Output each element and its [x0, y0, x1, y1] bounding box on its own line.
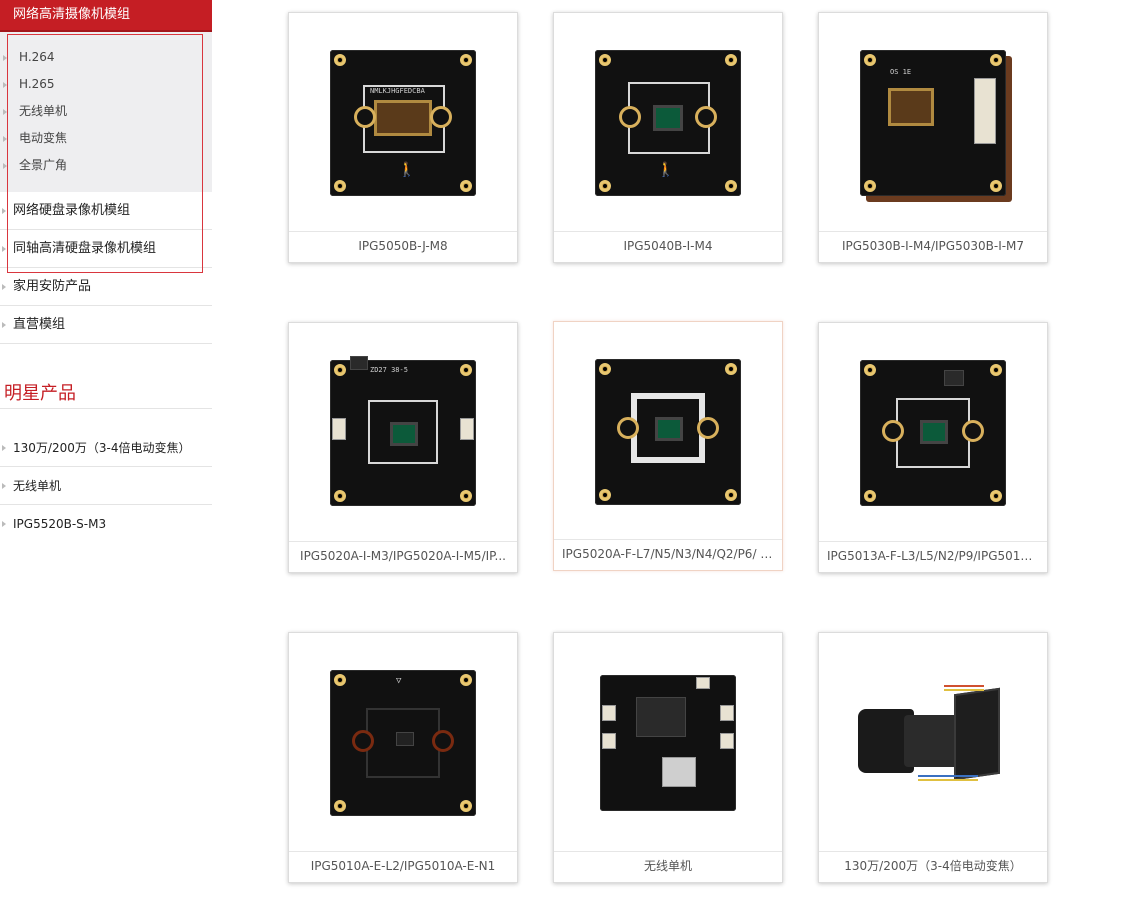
product-caption[interactable]: IPG5013A-F-L3/L5/N2/P9/IPG5013... [819, 541, 1047, 572]
product-card[interactable]: NMLKJHGFEDCBA 🚶 IPG5050B-J-M8 [288, 12, 518, 263]
product-image[interactable] [554, 633, 782, 853]
sidebar: 网络高清摄像机模组 H.264 H.265 无线单机 电动变焦 全景广角 网络硬… [0, 0, 212, 344]
star-divider [0, 408, 212, 409]
subcategory-panoramic[interactable]: 全景广角 [0, 152, 212, 179]
product-caption[interactable]: IPG5050B-J-M8 [289, 231, 517, 262]
product-caption[interactable]: 130万/200万（3-4倍电动变焦） [819, 851, 1047, 882]
star-item-ipg5520b[interactable]: IPG5520B-S-M3 [0, 505, 212, 543]
product-image[interactable] [819, 323, 1047, 543]
category-active-header[interactable]: 网络高清摄像机模组 [0, 0, 212, 32]
product-image[interactable]: OS 1E [819, 13, 1047, 233]
star-item-zoom[interactable]: 130万/200万（3-4倍电动变焦） [0, 429, 212, 467]
product-card[interactable]: ZD27 38-5 IPG5020A-I-M3/IPG5020A-I-M5/IP… [288, 322, 518, 573]
star-products-list: 130万/200万（3-4倍电动变焦） 无线单机 IPG5520B-S-M3 [0, 429, 212, 543]
product-card[interactable]: 无线单机 [553, 632, 783, 883]
product-caption[interactable]: IPG5020A-F-L7/N5/N3/N4/Q2/P6/ I... [554, 539, 782, 570]
product-card[interactable]: 🚶 IPG5040B-I-M4 [553, 12, 783, 263]
subcategory-h265[interactable]: H.265 [0, 71, 212, 98]
product-card[interactable]: IPG5013A-F-L3/L5/N2/P9/IPG5013... [818, 322, 1048, 573]
product-caption[interactable]: IPG5040B-I-M4 [554, 231, 782, 262]
product-card[interactable]: OS 1E IPG5030B-I-M4/IPG5030B-I-M7 [818, 12, 1048, 263]
product-image[interactable]: NMLKJHGFEDCBA 🚶 [289, 13, 517, 233]
category-direct-module[interactable]: 直营模组 [0, 306, 212, 344]
product-image[interactable]: ZD27 38-5 [289, 323, 517, 543]
subcategory-wireless[interactable]: 无线单机 [0, 98, 212, 125]
page: 网络高清摄像机模组 H.264 H.265 无线单机 电动变焦 全景广角 网络硬… [0, 0, 1129, 910]
product-image[interactable] [554, 322, 782, 542]
product-image[interactable]: 🚶 [554, 13, 782, 233]
subcategory-h264[interactable]: H.264 [0, 44, 212, 71]
product-card[interactable]: 130万/200万（3-4倍电动变焦） [818, 632, 1048, 883]
subcategory-list: H.264 H.265 无线单机 电动变焦 全景广角 [0, 32, 212, 192]
product-caption[interactable]: IPG5020A-I-M3/IPG5020A-I-M5/IP... [289, 541, 517, 572]
category-home-security[interactable]: 家用安防产品 [0, 268, 212, 306]
product-card[interactable]: IPG5020A-F-L7/N5/N3/N4/Q2/P6/ I... [553, 321, 783, 571]
category-coaxial-dvr-module[interactable]: 同轴高清硬盘录像机模组 [0, 230, 212, 268]
product-image[interactable]: ▽ [289, 633, 517, 853]
product-image[interactable] [819, 633, 1047, 853]
category-nvr-module[interactable]: 网络硬盘录像机模组 [0, 192, 212, 230]
product-caption[interactable]: IPG5030B-I-M4/IPG5030B-I-M7 [819, 231, 1047, 262]
product-caption[interactable]: 无线单机 [554, 851, 782, 882]
star-products-title: 明星产品 [4, 383, 76, 404]
product-caption[interactable]: IPG5010A-E-L2/IPG5010A-E-N1 [289, 851, 517, 882]
star-item-wireless[interactable]: 无线单机 [0, 467, 212, 505]
subcategory-motorized-zoom[interactable]: 电动变焦 [0, 125, 212, 152]
product-card[interactable]: ▽ IPG5010A-E-L2/IPG5010A-E-N1 [288, 632, 518, 883]
